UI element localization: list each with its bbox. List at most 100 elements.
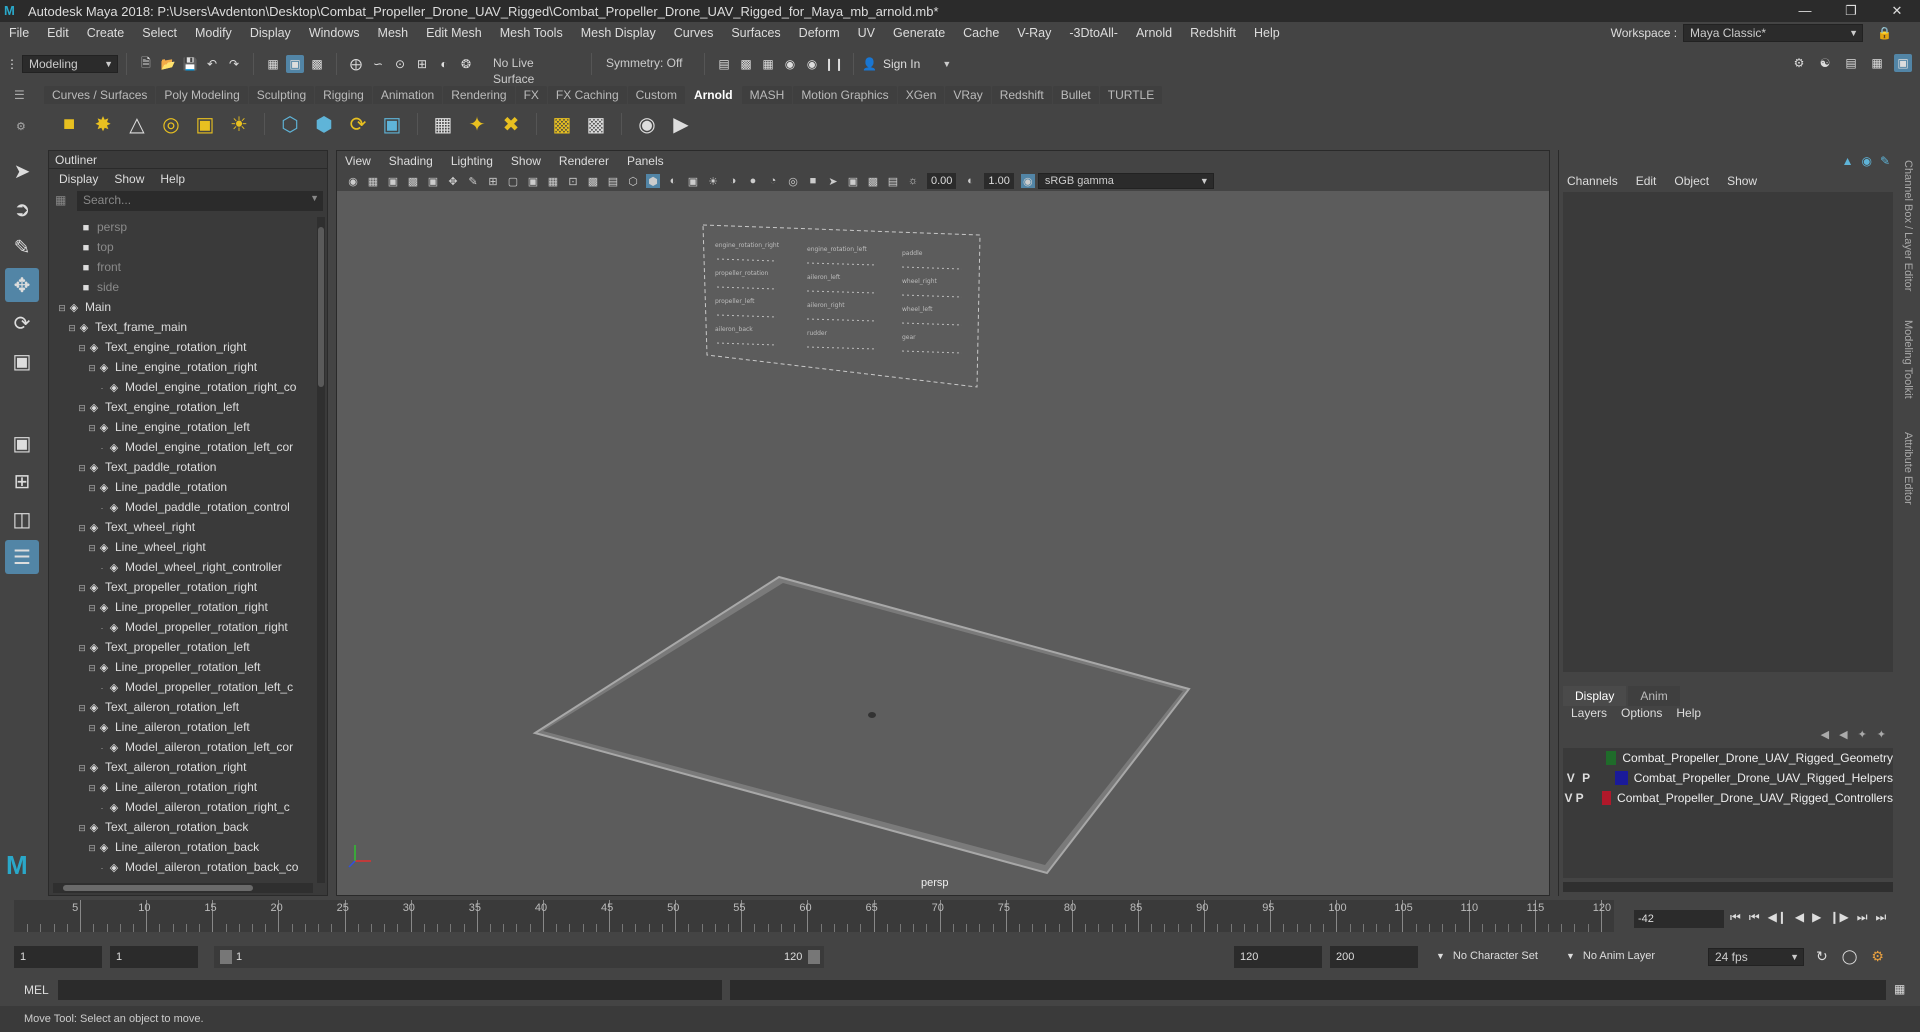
image-plane-icon[interactable]: ▩ [406, 174, 420, 188]
channel-box-icon[interactable]: ▣ [1894, 54, 1912, 72]
menu-item[interactable]: Arnold [1127, 26, 1181, 40]
skydome-light-icon[interactable]: ◎ [156, 109, 186, 139]
outliner-tab[interactable]: Outliner [49, 151, 327, 169]
viewport-menu-item[interactable]: Lighting [451, 154, 493, 168]
scroll-thumb[interactable] [63, 885, 253, 891]
export-standin-icon[interactable]: ⬢ [309, 109, 339, 139]
exposure-field[interactable]: 0.00 [927, 173, 957, 189]
play-forwards-icon[interactable]: ▶ [1812, 910, 1821, 925]
snap-live-icon[interactable]: ❂ [457, 55, 475, 73]
side-tab-modeling-toolkit[interactable]: Modeling Toolkit [1902, 320, 1914, 399]
depth-of-field-icon[interactable]: ■ [806, 174, 820, 188]
playback-start-field[interactable]: 1 [110, 946, 198, 968]
play-backwards-icon[interactable]: ◀ [1795, 910, 1804, 925]
collapse-icon[interactable]: ⊟ [77, 698, 87, 718]
outliner-item[interactable]: ⊟ ◈ Line_aileron_rotation_back [49, 837, 317, 857]
save-scene-icon[interactable]: 💾 [181, 55, 199, 73]
menu-item[interactable]: Generate [884, 26, 954, 40]
menu-item[interactable]: Deform [790, 26, 849, 40]
ipr-render-icon[interactable]: ▩ [737, 55, 755, 73]
script-editor-icon[interactable]: ▦ [1894, 982, 1905, 996]
safe-title-icon[interactable]: ▤ [606, 174, 620, 188]
tool-settings-icon[interactable]: ▦ [1868, 54, 1886, 72]
collapse-icon[interactable]: ⊟ [87, 478, 97, 498]
shelf-tab[interactable]: Poly Modeling [156, 86, 248, 104]
wireframe-on-shaded-icon[interactable]: ◐ [666, 174, 680, 188]
outliner-menu-item[interactable]: Help [160, 172, 185, 186]
color-management-icon[interactable]: ◉ [1020, 174, 1035, 188]
menu-item[interactable]: UV [849, 26, 884, 40]
outliner-item[interactable]: ■ persp [49, 217, 317, 237]
outliner-item[interactable]: ⊟ ◈ Text_engine_rotation_right [49, 337, 317, 357]
shelf-tab[interactable]: XGen [897, 86, 945, 104]
flush-cache-icon[interactable]: ✖ [496, 109, 526, 139]
select-tool-icon[interactable]: ➤ [5, 154, 39, 188]
outliner-item[interactable]: · ◈ Model_engine_rotation_left_cor [49, 437, 317, 457]
collapse-icon[interactable]: ⊟ [77, 638, 87, 658]
grease-pencil-icon[interactable]: ✎ [466, 174, 480, 188]
xray-icon[interactable]: ▣ [846, 174, 860, 188]
step-back-frame-icon[interactable]: ◀❙ [1768, 910, 1787, 925]
motion-blur-icon[interactable]: ◔ [766, 174, 780, 188]
layer-editor-tab[interactable]: Anim [1628, 686, 1680, 706]
outliner-item[interactable]: ⊟ ◈ Text_propeller_rotation_left [49, 637, 317, 657]
scene-view[interactable]: engine_rotation_right engine_rotation_le… [337, 191, 1549, 881]
render-view-eye-icon[interactable]: ◉ [632, 109, 662, 139]
smooth-shade-icon[interactable]: ⬢ [646, 174, 660, 188]
menu-item[interactable]: -3DtoAll- [1060, 26, 1127, 40]
pause-icon[interactable]: ❙❙ [824, 55, 844, 73]
shelf-tab[interactable]: Motion Graphics [793, 86, 897, 104]
curve-collector-icon[interactable]: ⟳ [343, 109, 373, 139]
anim-layer-dropdown[interactable]: ▼ No Anim Layer [1566, 950, 1655, 962]
collapse-icon[interactable]: ⊟ [87, 358, 97, 378]
open-scene-icon[interactable]: 📂 [159, 55, 177, 73]
area-light-icon[interactable]: ■ [54, 109, 84, 139]
textured-icon[interactable]: ▣ [686, 174, 700, 188]
two-pane-layout-icon[interactable]: ◫ [5, 502, 39, 536]
current-frame-field[interactable]: -42 [1634, 910, 1724, 928]
move-layer-down-icon[interactable]: ◀ [1839, 728, 1847, 741]
menu-item[interactable]: Edit Mesh [417, 26, 491, 40]
chevron-down-icon[interactable]: ▼ [310, 193, 319, 203]
collapse-icon[interactable]: ⊟ [77, 758, 87, 778]
gamma-icon[interactable]: ◐ [963, 174, 977, 188]
menu-item[interactable]: Display [241, 26, 300, 40]
outliner-item[interactable]: ■ side [49, 277, 317, 297]
channel-box-menu-item[interactable]: Channels [1567, 174, 1618, 188]
tool-settings-icon[interactable]: ✎ [1880, 154, 1890, 168]
film-gate-icon[interactable]: ▢ [506, 174, 520, 188]
layer-menu-item[interactable]: Help [1676, 706, 1701, 720]
layer-row[interactable]: V P Combat_Propeller_Drone_UAV_Rigged_Cont… [1563, 788, 1893, 808]
select-camera-icon[interactable]: ◉ [346, 174, 360, 188]
viewport-menu-item[interactable]: Panels [627, 154, 664, 168]
fps-dropdown[interactable]: 24 fps ▼ [1708, 948, 1804, 966]
preferences-icon[interactable]: ⚙ [1871, 948, 1884, 965]
outliner-item[interactable]: ■ top [49, 237, 317, 257]
step-back-key-icon[interactable]: ⏮ [1749, 910, 1760, 925]
layer-hscrollbar[interactable] [1563, 882, 1893, 892]
symmetry-dropdown[interactable]: Symmetry: Off [600, 55, 696, 73]
layer-menu-item[interactable]: Options [1621, 706, 1662, 720]
use-all-lights-icon[interactable]: ☀ [706, 174, 720, 188]
collapse-icon[interactable]: ⊟ [87, 838, 97, 858]
command-language-label[interactable]: MEL [24, 983, 49, 997]
collapse-icon[interactable]: ⊟ [77, 398, 87, 418]
light-manager-icon[interactable]: ▩ [547, 109, 577, 139]
step-forward-key-icon[interactable]: ⏭ [1857, 910, 1868, 925]
outliner-item[interactable]: ⊟ ◈ Text_propeller_rotation_right [49, 577, 317, 597]
photometric-light-icon[interactable]: △ [122, 109, 152, 139]
collapse-icon[interactable]: ⊟ [77, 338, 87, 358]
outliner-layout-icon[interactable]: ☰ [5, 540, 39, 574]
move-layer-up-icon[interactable]: ◀ [1821, 728, 1829, 741]
sign-in-button[interactable]: 👤 Sign In ▼ [862, 57, 972, 71]
outliner-item[interactable]: ⊟ ◈ Text_frame_main [49, 317, 317, 337]
live-surface-field[interactable]: No Live Surface [487, 55, 583, 86]
menu-item[interactable]: Windows [300, 26, 369, 40]
scroll-thumb[interactable] [318, 227, 324, 387]
layer-menu-item[interactable]: Layers [1571, 706, 1607, 720]
isolate-select-icon[interactable]: ➤ [826, 174, 840, 188]
layer-color-swatch[interactable] [1602, 791, 1612, 805]
menu-item[interactable]: Modify [186, 26, 241, 40]
texture-manager-icon[interactable]: ▦ [428, 109, 458, 139]
menu-item[interactable]: Redshift [1181, 26, 1245, 40]
